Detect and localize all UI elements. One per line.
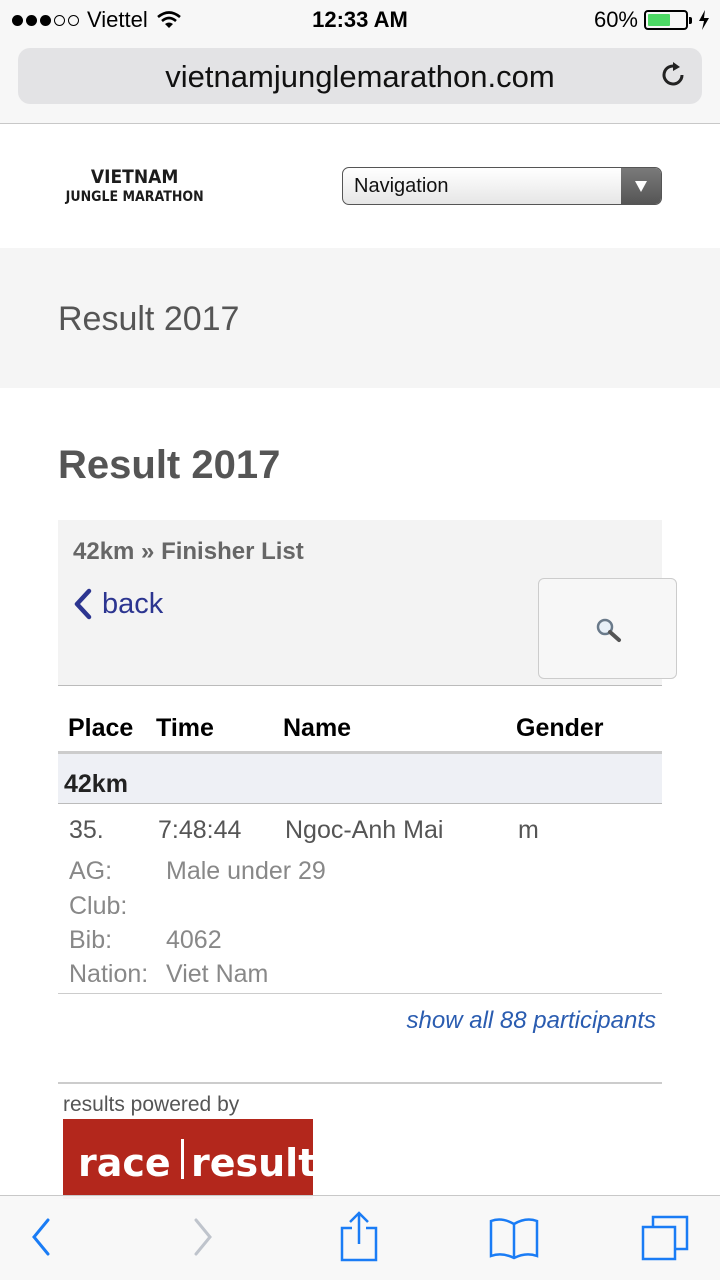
navigation-select[interactable]: Navigation: [342, 167, 662, 205]
table-header: Place Time Name Gender: [58, 700, 662, 754]
detail-ag: AG: Male under 29: [69, 857, 326, 886]
detail-label: Club:: [69, 892, 128, 920]
logo-line1: VIETNAM: [90, 166, 179, 188]
status-bar: Viettel 12:33 AM 60%: [0, 0, 720, 40]
share-icon[interactable]: [338, 1210, 380, 1264]
column-place[interactable]: Place: [68, 714, 133, 743]
cell-name: Ngoc-Anh Mai: [285, 816, 444, 844]
cell-place: 35.: [69, 816, 104, 844]
race-result-logo[interactable]: race result: [63, 1119, 317, 1199]
column-time[interactable]: Time: [156, 714, 214, 743]
site-header: VIETNAM JUNGLE MARATHON Navigation: [0, 124, 720, 248]
page-banner: Result 2017: [0, 248, 720, 388]
battery-icon: [644, 10, 692, 30]
detail-club: Club:: [69, 892, 127, 921]
logo-word-race: race: [78, 1141, 171, 1185]
tabs-icon[interactable]: [640, 1214, 692, 1262]
detail-label: Nation:: [69, 960, 149, 988]
navigation-select-label: Navigation: [354, 175, 449, 197]
page-title: Result 2017: [58, 443, 281, 487]
detail-bib: Bib: 4062: [69, 926, 222, 955]
logo-line2: JUNGLE MARATHON: [65, 189, 204, 205]
logo-word-result: result: [191, 1141, 317, 1185]
detail-label: AG:: [69, 857, 113, 885]
reload-icon[interactable]: [658, 60, 688, 90]
column-name[interactable]: Name: [283, 714, 351, 743]
search-button[interactable]: [538, 578, 677, 679]
forward-arrow-icon[interactable]: [190, 1214, 216, 1260]
back-label: back: [102, 587, 164, 620]
banner-title: Result 2017: [58, 300, 240, 338]
browser-toolbar: [0, 1195, 720, 1280]
browser-address-area: vietnamjunglemarathon.com: [0, 40, 720, 124]
detail-label: Bib:: [69, 926, 113, 954]
divider: [58, 1082, 662, 1084]
group-label: 42km: [64, 770, 128, 798]
powered-by-text: results powered by: [63, 1093, 240, 1116]
bookmarks-icon[interactable]: [488, 1216, 540, 1260]
battery-percent: 60%: [593, 7, 638, 32]
detail-value: Male under 29: [166, 857, 326, 885]
url-text[interactable]: vietnamjunglemarathon.com: [18, 59, 702, 95]
group-header: 42km: [58, 754, 662, 804]
detail-nation: Nation: Viet Nam: [69, 960, 268, 989]
magnifier-icon: [596, 618, 621, 642]
address-bar[interactable]: vietnamjunglemarathon.com: [18, 48, 702, 104]
cell-time: 7:48:44: [158, 816, 242, 844]
back-link[interactable]: back: [70, 587, 163, 621]
cell-gender: m: [518, 816, 539, 844]
site-logo[interactable]: VIETNAM JUNGLE MARATHON: [58, 166, 211, 205]
column-gender[interactable]: Gender: [516, 714, 604, 743]
chevron-left-icon: [74, 588, 92, 620]
charging-bolt-icon: [699, 10, 709, 30]
breadcrumb: 42km » Finisher List: [73, 538, 304, 565]
detail-value: Viet Nam: [166, 960, 269, 988]
show-all-link[interactable]: show all 88 participants: [407, 1007, 656, 1035]
chevron-down-icon: [621, 168, 661, 204]
detail-value: 4062: [166, 926, 222, 954]
back-arrow-icon[interactable]: [28, 1214, 54, 1260]
table-row[interactable]: 35. 7:48:44 Ngoc-Anh Mai m AG: Male unde…: [58, 804, 662, 994]
